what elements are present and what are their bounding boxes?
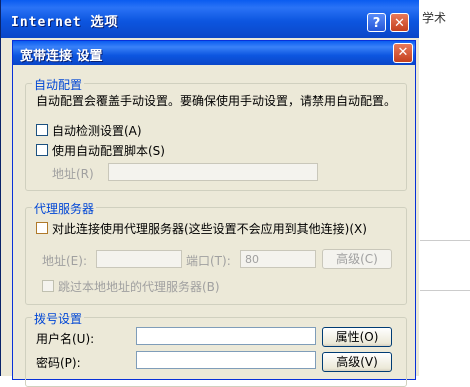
proxy-port-value: 80 bbox=[245, 253, 259, 266]
proxy-advanced-button[interactable]: 高级(C) bbox=[322, 249, 392, 269]
script-address-field[interactable] bbox=[108, 163, 318, 181]
use-proxy-checkbox[interactable] bbox=[36, 222, 48, 234]
help-button[interactable]: ? bbox=[367, 13, 386, 32]
auto-config-group-title: 自动配置 bbox=[32, 76, 85, 93]
auto-script-label[interactable]: 使用自动配置脚本(S) bbox=[52, 142, 165, 159]
connection-settings-dialog: 宽带连接 设置 ✕ 自动配置 自动配置会覆盖手动设置。要确保使用手动设置，请禁用… bbox=[12, 40, 416, 387]
proxy-group-title: 代理服务器 bbox=[32, 200, 97, 217]
auto-config-group: 自动配置 自动配置会覆盖手动设置。要确保使用手动设置，请禁用自动配置。 自动检测… bbox=[25, 76, 407, 191]
password-field[interactable] bbox=[136, 351, 316, 369]
dialup-settings-group: 拨号设置 用户名(U): 属性(O) 密码(P): 高级(V) bbox=[25, 310, 407, 387]
proxy-server-group: 代理服务器 对此连接使用代理服务器(这些设置不会应用到其他连接)(X) 地址(E… bbox=[25, 200, 407, 305]
use-proxy-label[interactable]: 对此连接使用代理服务器(这些设置不会应用到其他连接)(X) bbox=[52, 220, 367, 237]
internet-options-title: Internet 选项 bbox=[11, 15, 119, 30]
dialog-title: 宽带连接 设置 bbox=[20, 49, 103, 64]
dialog-titlebar[interactable]: 宽带连接 设置 ✕ bbox=[13, 41, 415, 65]
dialog-close-icon[interactable]: ✕ bbox=[393, 43, 413, 63]
password-label: 密码(P): bbox=[36, 356, 81, 370]
auto-config-description: 自动配置会覆盖手动设置。要确保使用手动设置，请禁用自动配置。 bbox=[36, 94, 397, 108]
proxy-address-label: 地址(E): bbox=[42, 254, 87, 268]
dialup-group-title: 拨号设置 bbox=[32, 310, 85, 327]
username-field[interactable] bbox=[136, 327, 316, 345]
bypass-local-checkbox[interactable] bbox=[42, 280, 54, 292]
username-label: 用户名(U): bbox=[36, 332, 95, 346]
script-address-label: 地址(R) bbox=[52, 167, 94, 181]
proxy-port-label: 端口(T): bbox=[186, 254, 231, 268]
bypass-local-label[interactable]: 跳过本地地址的代理服务器(B) bbox=[58, 278, 220, 295]
internet-options-titlebar[interactable]: Internet 选项 ? ✕ bbox=[1, 0, 419, 38]
proxy-address-field[interactable] bbox=[96, 250, 182, 268]
divider bbox=[420, 290, 470, 291]
properties-button[interactable]: 属性(O) bbox=[322, 327, 392, 347]
auto-detect-label[interactable]: 自动检测设置(A) bbox=[52, 122, 142, 139]
proxy-port-field[interactable]: 80 bbox=[240, 250, 316, 268]
background-page-text: 学术 bbox=[422, 11, 447, 25]
auto-script-checkbox[interactable] bbox=[36, 144, 48, 156]
auto-detect-checkbox[interactable] bbox=[36, 124, 48, 136]
close-icon[interactable]: ✕ bbox=[390, 13, 409, 32]
divider bbox=[420, 240, 470, 241]
dialup-advanced-button[interactable]: 高级(V) bbox=[322, 352, 392, 372]
